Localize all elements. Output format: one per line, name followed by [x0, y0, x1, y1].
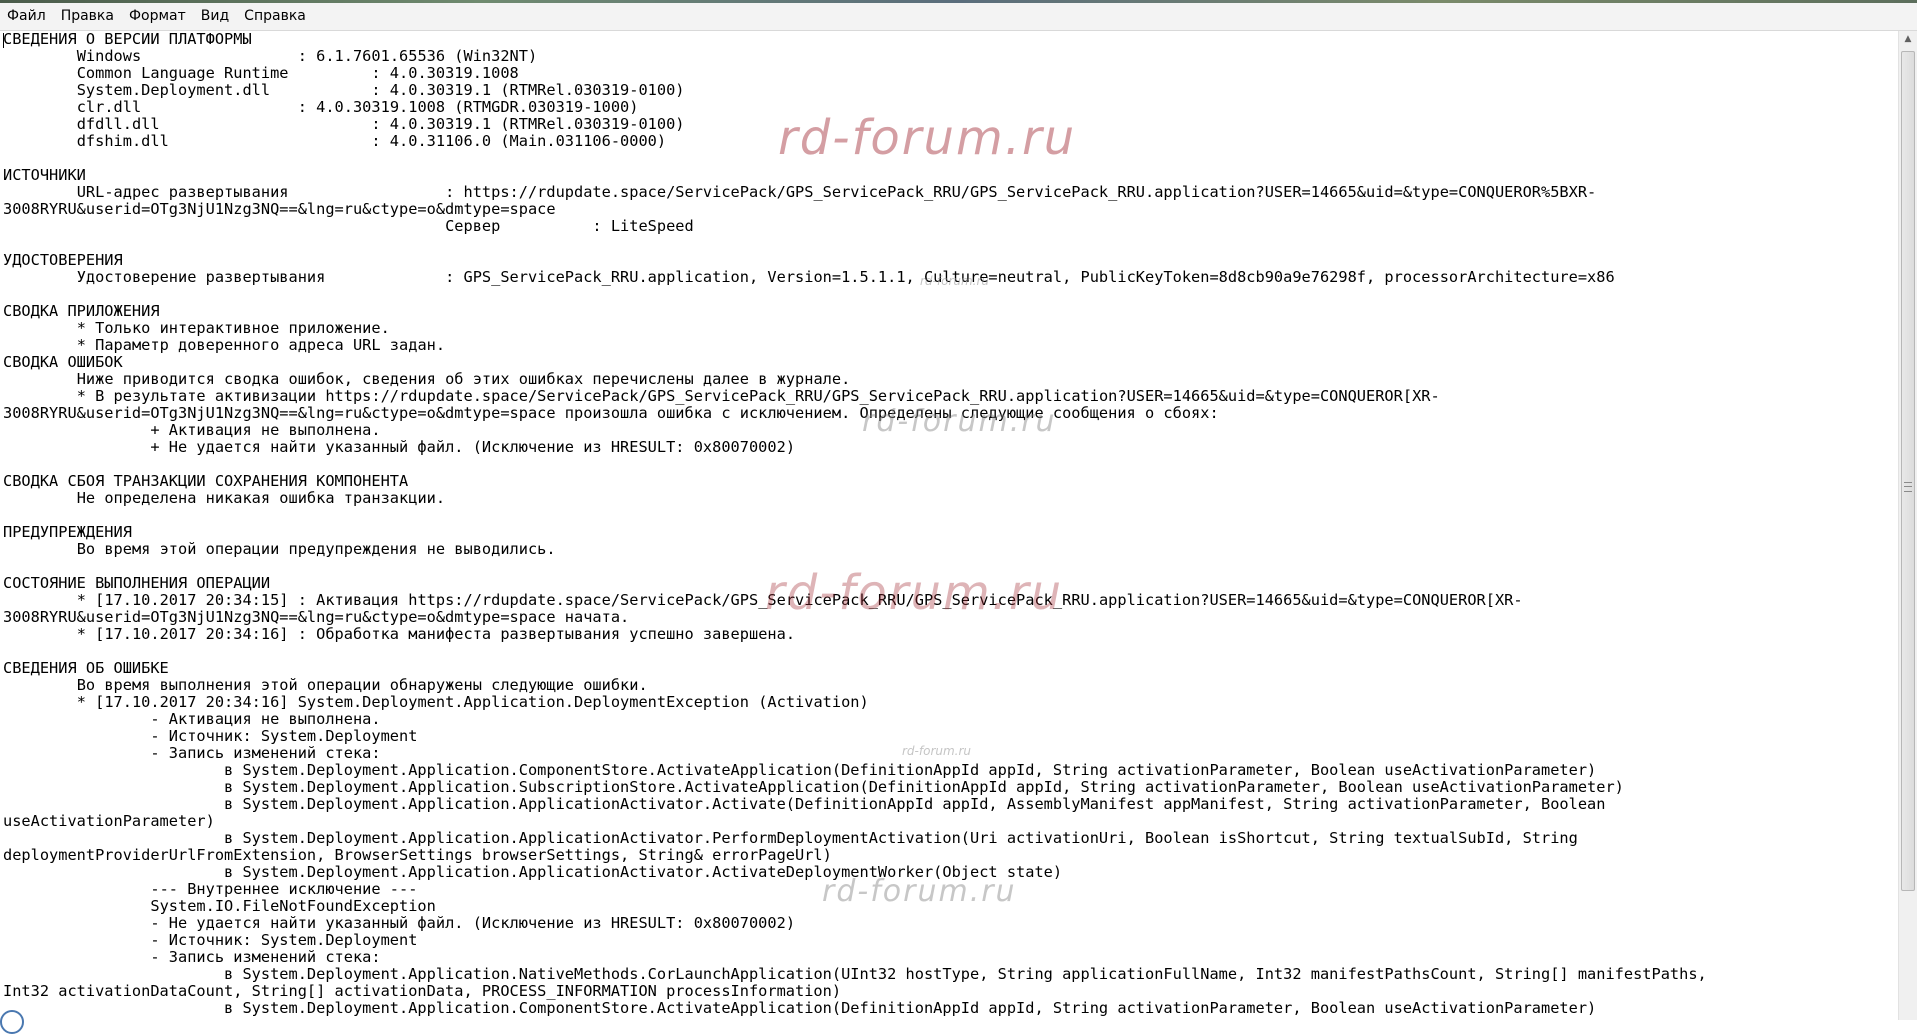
text-line: в System.Deployment.Application.Applicat…	[3, 829, 1578, 847]
text-line: УДОСТОВЕРЕНИЯ	[3, 251, 123, 269]
text-line: - Не удается найти указанный файл. (Искл…	[3, 914, 796, 932]
text-line	[3, 456, 1897, 473]
text-line: * Параметр доверенного адреса URL задан.	[3, 336, 446, 354]
text-line: Во время выполнения этой операции обнару…	[3, 676, 648, 694]
text-caret	[3, 33, 4, 48]
scrollbar-thumb[interactable]	[1901, 51, 1915, 891]
text-line: * Только интерактивное приложение.	[3, 319, 390, 337]
text-line: - Источник: System.Deployment	[3, 727, 418, 745]
text-line: СВОДКА СБОЯ ТРАНЗАКЦИИ СОХРАНЕНИЯ КОМПОН…	[3, 472, 409, 490]
text-line: ПРЕДУПРЕЖДЕНИЯ	[3, 523, 132, 541]
text-line: System.Deployment.dll : 4.0.30319.1 (RTM…	[3, 81, 685, 99]
text-line: СВЕДЕНИЯ О ВЕРСИИ ПЛАТФОРМЫ	[3, 31, 252, 48]
scroll-up-arrow-icon[interactable]: ▲	[1899, 31, 1917, 48]
text-line: Int32 activationDataCount, String[] acti…	[3, 982, 842, 1000]
text-line: + Не удается найти указанный файл. (Искл…	[3, 438, 796, 456]
menu-help[interactable]: Справка	[237, 3, 314, 30]
menu-file[interactable]: Файл	[0, 3, 54, 30]
text-line: * [17.10.2017 20:34:16] : Обработка мани…	[3, 625, 796, 643]
watermark-text: rd-forum.ru	[920, 274, 990, 288]
menu-edit[interactable]: Правка	[54, 3, 122, 30]
watermark-text: rd-forum.ru	[765, 565, 1064, 621]
text-line: Сервер : LiteSpeed	[3, 217, 694, 235]
grip-icon	[1904, 482, 1912, 492]
text-line	[3, 643, 1897, 660]
watermark-text: rd-forum.ru	[778, 110, 1077, 166]
text-line: Ниже приводится сводка ошибок, сведения …	[3, 370, 851, 388]
text-line: - Запись изменений стека:	[3, 948, 381, 966]
text-editor-area[interactable]: СВЕДЕНИЯ О ВЕРСИИ ПЛАТФОРМЫ Windows : 6.…	[0, 31, 1897, 1020]
text-line: useActivationParameter)	[3, 812, 215, 830]
text-line: Во время этой операции предупреждения не…	[3, 540, 556, 558]
menu-format[interactable]: Формат	[122, 3, 194, 30]
watermark-text: rd-forum.ru	[822, 874, 1017, 909]
text-line	[3, 286, 1897, 303]
text-line: ИСТОЧНИКИ	[3, 166, 86, 184]
text-line: - Активация не выполнена.	[3, 710, 381, 728]
text-line: в System.Deployment.Application.Applicat…	[3, 795, 1606, 813]
text-line: 3008RYRU&userid=OTg3NjU1Nzg3NQ==&lng=ru&…	[3, 200, 556, 218]
watermark-text: rd-forum.ru	[862, 404, 1057, 439]
text-line: * В результате активизации https://rdupd…	[3, 387, 1440, 405]
taskbar-orb-icon	[0, 1010, 24, 1034]
text-line: в System.Deployment.Application.Subscrip…	[3, 778, 1624, 796]
text-line: СВЕДЕНИЯ ОБ ОШИБКЕ	[3, 659, 169, 677]
text-line: в System.Deployment.Application.NativeMe…	[3, 965, 1707, 983]
watermark-text: rd-forum.ru	[902, 744, 972, 758]
text-line: СВОДКА ОШИБОК	[3, 353, 123, 371]
text-line: deploymentProviderUrlFromExtension, Brow…	[3, 846, 832, 864]
text-line: Common Language Runtime : 4.0.30319.1008	[3, 64, 519, 82]
text-line: СВОДКА ПРИЛОЖЕНИЯ	[3, 302, 160, 320]
menu-bar: Файл Правка Формат Вид Справка	[0, 3, 1917, 31]
menu-view[interactable]: Вид	[194, 3, 237, 30]
text-line: в System.Deployment.Application.Componen…	[3, 999, 1597, 1017]
text-line	[3, 507, 1897, 524]
text-line: Не определена никакая ошибка транзакции.	[3, 489, 446, 507]
text-line: - Источник: System.Deployment	[3, 931, 418, 949]
text-line: URL-адрес развертывания : https://rdupda…	[3, 183, 1597, 201]
text-line: * [17.10.2017 20:34:16] System.Deploymen…	[3, 693, 869, 711]
text-line	[3, 235, 1897, 252]
text-line: в System.Deployment.Application.Componen…	[3, 761, 1597, 779]
vertical-scrollbar[interactable]: ▲	[1898, 31, 1917, 1020]
text-line: Windows : 6.1.7601.65536 (Win32NT)	[3, 47, 538, 65]
